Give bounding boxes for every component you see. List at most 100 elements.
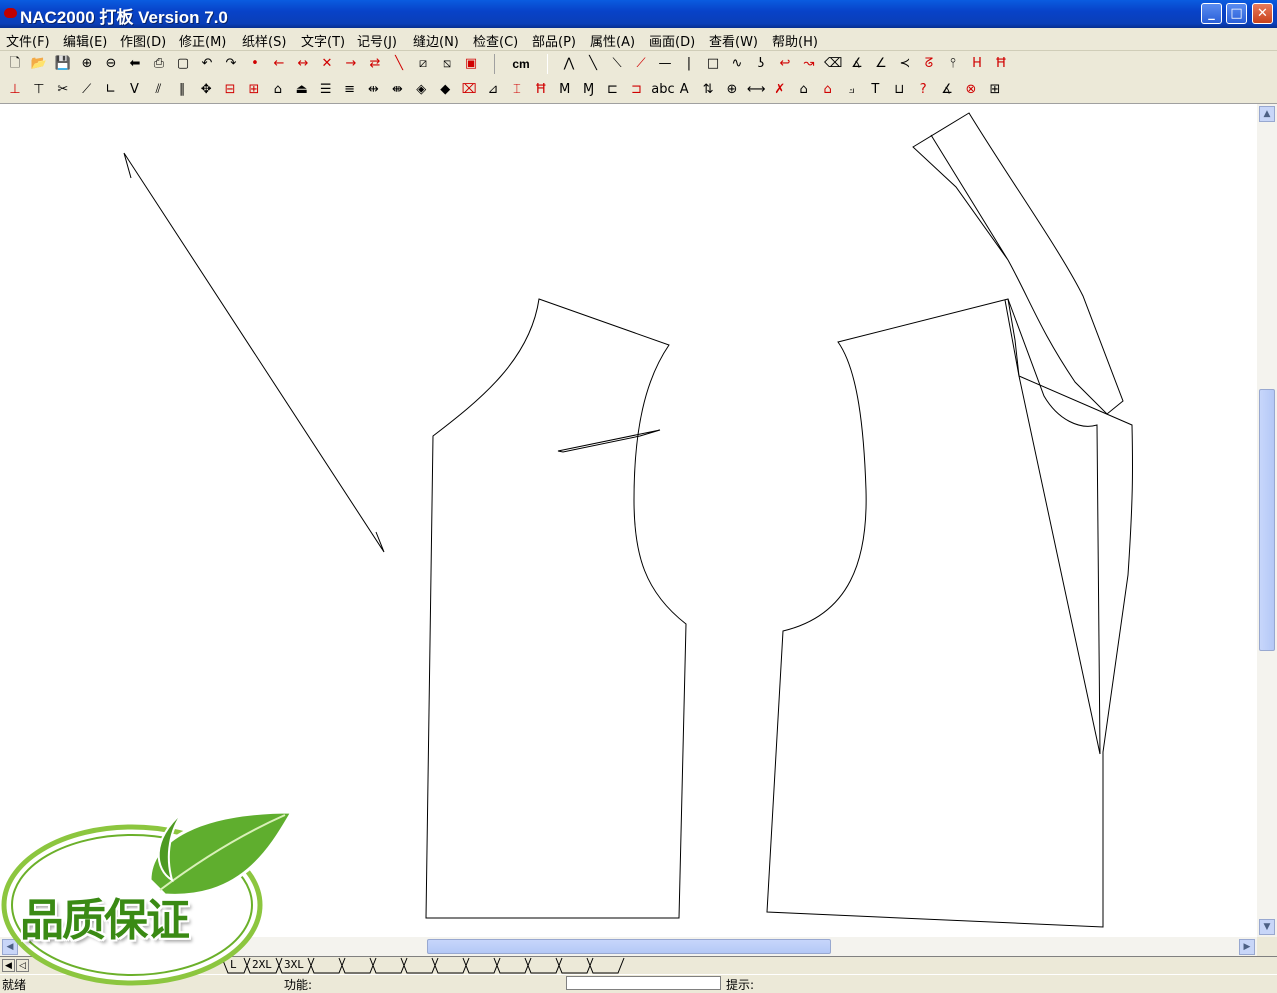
notch-red-icon[interactable]: ⌶ xyxy=(508,81,526,99)
box-diagonal-2-icon[interactable]: ⧅ xyxy=(438,55,456,73)
stack-icon[interactable]: ⌂ xyxy=(269,81,287,99)
hm-icon[interactable]: Ħ xyxy=(532,81,550,99)
menu-seam[interactable]: 缝边(N) xyxy=(413,31,459,50)
box-diagonal-icon[interactable]: ⧄ xyxy=(414,55,432,73)
menu-modify[interactable]: 修正(M) xyxy=(179,31,226,50)
crosshair-icon[interactable]: ⊕ xyxy=(723,81,741,99)
angle-measure-icon[interactable]: ∡ xyxy=(938,81,956,99)
menu-help[interactable]: 帮助(H) xyxy=(772,31,818,50)
mirror-2-icon[interactable]: ⇼ xyxy=(388,81,406,99)
menu-draw[interactable]: 作图(D) xyxy=(120,31,166,50)
m-2-icon[interactable]: Ɱ xyxy=(580,81,598,99)
new-file-icon[interactable]: 🗋 xyxy=(6,55,24,73)
piece-icon[interactable]: ⌧ xyxy=(460,81,478,99)
hook-icon[interactable]: ʖ xyxy=(752,55,770,73)
m-icon[interactable]: M xyxy=(556,81,574,99)
cross-red-icon[interactable]: ✗ xyxy=(771,81,789,99)
close-button[interactable]: ✕ xyxy=(1252,3,1273,24)
block-icon[interactable]: ⊏ xyxy=(604,81,622,99)
fold-icon[interactable]: ⊿ xyxy=(484,81,502,99)
parallel-2-icon[interactable]: ∥ xyxy=(173,81,191,99)
minimize-button[interactable]: _ xyxy=(1201,3,1222,24)
grid-icon[interactable]: ⊞ xyxy=(986,81,1004,99)
vertical-scroll-thumb[interactable] xyxy=(1259,389,1275,651)
box-red-icon[interactable]: ▣ xyxy=(462,55,480,73)
menu-file[interactable]: 文件(F) xyxy=(6,31,50,50)
menu-view[interactable]: 查看(W) xyxy=(709,31,758,50)
frame-icon[interactable]: ▢ xyxy=(174,55,192,73)
point-icon[interactable]: • xyxy=(246,55,264,73)
curve-ruler-icon[interactable]: ⟓ xyxy=(843,81,861,99)
move-icon[interactable]: ✥ xyxy=(197,81,215,99)
back-arrow-icon[interactable]: ⬅ xyxy=(126,55,144,73)
vertical-scrollbar[interactable]: ▲ ▼ xyxy=(1257,104,1277,937)
scissors-icon[interactable]: ✂ xyxy=(54,81,72,99)
undo-icon[interactable]: ↶ xyxy=(198,55,216,73)
x-circle-red-icon[interactable]: ⊗ xyxy=(962,81,980,99)
menu-screen[interactable]: 画面(D) xyxy=(649,31,695,50)
arrow-cross-red-icon[interactable]: ↔ xyxy=(294,55,312,73)
menu-pattern[interactable]: 纸样(S) xyxy=(242,31,286,50)
open-file-icon[interactable]: 📂 xyxy=(30,55,48,73)
parallel-icon[interactable]: ⫽ xyxy=(149,81,167,99)
angle-2-icon[interactable]: ∠ xyxy=(872,55,890,73)
rectangle-icon[interactable]: □ xyxy=(704,55,722,73)
measure-icon[interactable]: ⟷ xyxy=(747,81,766,99)
scroll-down-icon[interactable]: ▼ xyxy=(1259,919,1275,935)
v-icon[interactable]: V xyxy=(126,81,144,99)
maximize-button[interactable]: □ xyxy=(1226,3,1247,24)
menu-check[interactable]: 检查(C) xyxy=(473,31,518,50)
menu-mark[interactable]: 记号(J) xyxy=(357,31,397,50)
curve-red-icon[interactable]: ↩ xyxy=(776,55,794,73)
slash-red-icon[interactable]: ⟋ xyxy=(632,55,650,73)
slash-double-icon[interactable]: ⟍ xyxy=(608,55,626,73)
menu-text[interactable]: 文字(T) xyxy=(301,31,345,50)
block-red-icon[interactable]: ⊐ xyxy=(627,81,645,99)
zoom-in-icon[interactable]: ⊕ xyxy=(78,55,96,73)
check-angle-icon[interactable]: ≺ xyxy=(896,55,914,73)
stack-3-icon[interactable]: ☰ xyxy=(317,81,335,99)
shape-red-icon[interactable]: ⌂ xyxy=(819,81,837,99)
align-icon[interactable]: ⊟ xyxy=(221,81,239,99)
print-icon[interactable]: ⎙ xyxy=(150,55,168,73)
question-red-icon[interactable]: ? xyxy=(914,81,932,99)
arc-red-icon[interactable]: ↝ xyxy=(800,55,818,73)
slash-icon[interactable]: ╲ xyxy=(584,55,602,73)
arrow-left-red-icon[interactable]: ← xyxy=(270,55,288,73)
vertical-line-icon[interactable]: | xyxy=(680,55,698,73)
save-icon[interactable]: 💾 xyxy=(54,55,72,73)
menu-attribute[interactable]: 属性(A) xyxy=(590,31,635,50)
mirror-icon[interactable]: ⇹ xyxy=(365,81,383,99)
redo-icon[interactable]: ↷ xyxy=(222,55,240,73)
text-t-icon[interactable]: T xyxy=(866,81,884,99)
x-red-icon[interactable]: ✕ xyxy=(318,55,336,73)
stack-2-icon[interactable]: ⏏ xyxy=(293,81,311,99)
zigzag-icon[interactable]: ⋀ xyxy=(560,55,578,73)
line-icon[interactable]: ⟋ xyxy=(78,81,96,99)
updown-icon[interactable]: ⇅ xyxy=(699,81,717,99)
diagonal-red-icon[interactable]: ╲ xyxy=(390,55,408,73)
text-a-icon[interactable]: A xyxy=(675,81,693,99)
unit-indicator[interactable]: cm xyxy=(494,54,548,74)
h-measure-red-icon[interactable]: H xyxy=(968,55,986,73)
eraser-icon[interactable]: ⌫ xyxy=(824,55,842,73)
horizontal-scroll-thumb[interactable] xyxy=(427,939,831,954)
abc-icon[interactable]: abc xyxy=(651,81,674,99)
horizontal-line-icon[interactable]: — xyxy=(656,55,674,73)
angle-icon[interactable]: ∡ xyxy=(848,55,866,73)
ruler-icon[interactable]: ⊔ xyxy=(890,81,908,99)
grade-icon[interactable]: ⊥ xyxy=(6,81,24,99)
grade-2-icon[interactable]: ⊤ xyxy=(30,81,48,99)
h-measure-2-red-icon[interactable]: Ħ xyxy=(992,55,1010,73)
arrow-right-red-icon[interactable]: → xyxy=(342,55,360,73)
zoom-out-icon[interactable]: ⊖ xyxy=(102,55,120,73)
corner-icon[interactable]: ∟ xyxy=(102,81,120,99)
menu-parts[interactable]: 部品(P) xyxy=(532,31,576,50)
align-2-icon[interactable]: ⊞ xyxy=(245,81,263,99)
stack-4-icon[interactable]: ≡ xyxy=(341,81,359,99)
menu-edit[interactable]: 编辑(E) xyxy=(63,31,107,50)
rotate-2-icon[interactable]: ◆ xyxy=(436,81,454,99)
arrows-red-icon[interactable]: ⇄ xyxy=(366,55,384,73)
curve-icon[interactable]: ∿ xyxy=(728,55,746,73)
scroll-right-icon[interactable]: ▶ xyxy=(1239,939,1255,955)
